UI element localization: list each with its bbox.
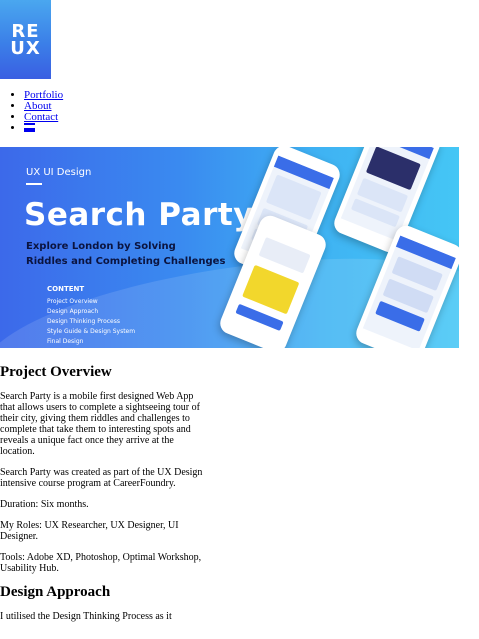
hero-content-item: Project Overview	[47, 298, 98, 305]
logo-line-1: RE	[11, 20, 40, 42]
main-nav: Portfolio About Contact	[10, 90, 63, 134]
logo-line-2: UX	[10, 37, 41, 59]
logo-text: RE UX	[10, 20, 41, 59]
reux-logo[interactable]: RE UX	[0, 0, 51, 79]
nav-item-menu	[24, 123, 63, 134]
hero-content-item: Design Thinking Process	[47, 318, 120, 325]
overview-paragraph: Search Party was created as part of the …	[0, 467, 203, 489]
hero-title: Search Party	[24, 197, 254, 233]
hero-content-title: CONTENT	[47, 285, 85, 293]
hero-subtitle-line-1: Explore London by Solving	[26, 241, 176, 252]
hero-subtitle: Explore London by Solving Riddles and Co…	[26, 239, 266, 269]
approach-paragraph: I utilised the Design Thinking Process a…	[0, 611, 172, 622]
hero-content-item: Style Guide & Design System	[47, 328, 136, 335]
design-approach-heading: Design Approach	[0, 584, 111, 600]
roles-text: My Roles: UX Researcher, UX Designer, UI…	[0, 520, 179, 542]
hero-kicker-underline	[26, 183, 42, 185]
overview-paragraph: Search Party is a mobile first designed …	[0, 391, 200, 457]
hero-subtitle-line-2: Riddles and Completing Challenges	[26, 256, 226, 267]
main-content: Project Overview Search Party is a mobil…	[0, 358, 206, 632]
hero-content-item: Final Design	[47, 338, 84, 345]
hero-banner: UX UI Design Search Party Explore London…	[0, 147, 459, 348]
hero-content-item: Design Approach	[47, 308, 99, 315]
hero-content-list: Project Overview Design Approach Design …	[47, 297, 135, 347]
project-overview-heading: Project Overview	[0, 364, 112, 380]
hamburger-menu-icon[interactable]	[24, 122, 35, 134]
hero-kicker: UX UI Design	[26, 167, 92, 178]
tools-text: Tools: Adobe XD, Photoshop, Optimal Work…	[0, 552, 202, 574]
duration-text: Duration: Six months.	[0, 499, 89, 510]
